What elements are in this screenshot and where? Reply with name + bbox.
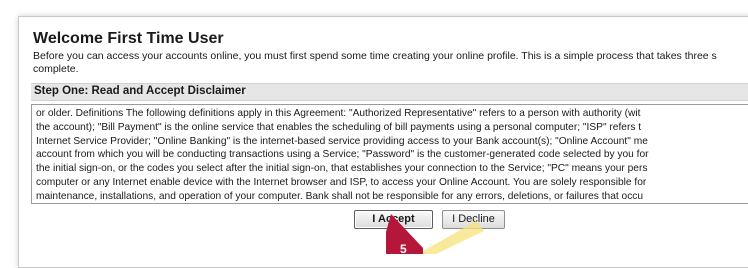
page-title: Welcome First Time User <box>33 30 224 47</box>
intro-line: Before you can access your accounts onli… <box>33 50 717 62</box>
disclaimer-line: the account); "Bill Payment" is the onli… <box>36 121 642 133</box>
decline-button[interactable]: I Decline <box>442 210 505 229</box>
disclaimer-line: account from which you will be conductin… <box>36 149 649 161</box>
disclaimer-line: computer or any Internet enable device w… <box>36 176 647 188</box>
step-label: Step One: Read and Accept Disclaimer <box>34 85 246 97</box>
accept-button[interactable]: I Accept <box>354 210 433 229</box>
disclaimer-line: maintenance, installations, and operatio… <box>36 190 644 202</box>
step-header: Step One: Read and Accept Disclaimer <box>31 83 748 101</box>
intro-text: Before you can access your accounts onli… <box>33 50 748 76</box>
disclaimer-text: or older. Definitions The following defi… <box>32 105 748 203</box>
disclaimer-line: Internet Service Provider; "Online Banki… <box>36 135 648 147</box>
intro-line: complete. <box>33 63 79 75</box>
welcome-dialog: Welcome First Time User Before you can a… <box>18 16 748 268</box>
disclaimer-textbox[interactable]: or older. Definitions The following defi… <box>31 104 748 204</box>
disclaimer-line: the initial sign-on, or the codes you se… <box>36 163 648 175</box>
disclaimer-line: or older. Definitions The following defi… <box>36 108 641 119</box>
